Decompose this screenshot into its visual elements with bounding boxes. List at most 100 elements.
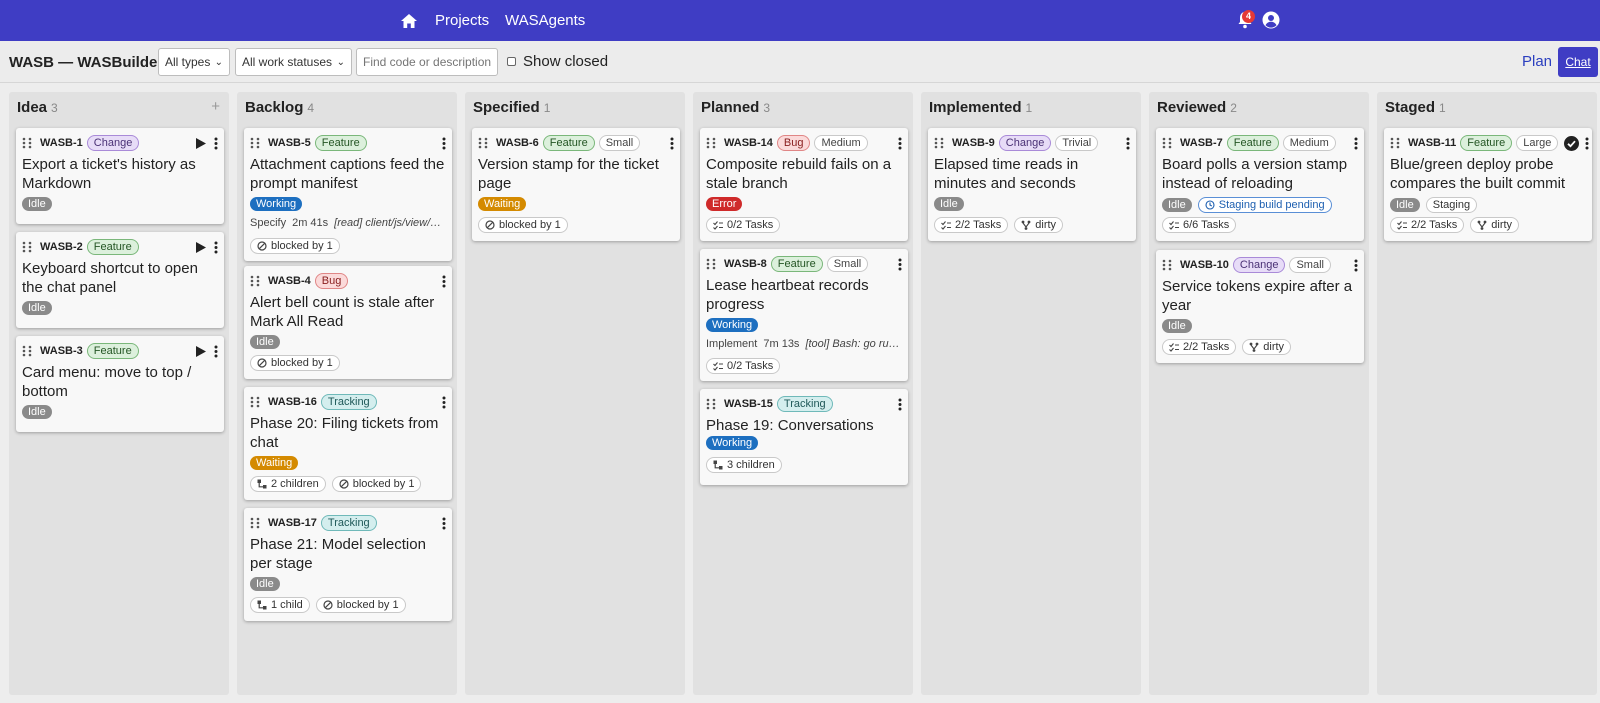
drag-handle-icon[interactable]	[1390, 137, 1400, 149]
ticket-card[interactable]: WASB-6 Feature Small Version stamp for the …	[472, 128, 680, 241]
card-menu-icon[interactable]	[442, 275, 446, 288]
dirty-chip[interactable]: dirty	[1242, 339, 1292, 355]
drag-handle-icon[interactable]	[1162, 137, 1172, 149]
ticket-card[interactable]: WASB-15 Tracking Phase 19: Conversations Wo…	[700, 389, 908, 485]
drag-handle-icon[interactable]	[706, 137, 716, 149]
tasks-chip[interactable]: 2/2 Tasks	[1390, 217, 1465, 233]
ticket-code[interactable]: WASB-2	[40, 241, 83, 253]
ticket-code[interactable]: WASB-8	[724, 258, 767, 270]
card-menu-icon[interactable]	[214, 137, 218, 150]
chat-button[interactable]: Chat	[1558, 47, 1598, 77]
drag-handle-icon[interactable]	[478, 137, 488, 149]
ticket-card[interactable]: WASB-14 Bug Medium Composite rebuild fails …	[700, 128, 908, 241]
drag-handle-icon[interactable]	[1162, 259, 1172, 271]
ticket-card[interactable]: WASB-3 Feature Card menu: move to top / bo…	[16, 336, 224, 432]
card-menu-icon[interactable]	[214, 345, 218, 358]
tasks-icon	[941, 221, 951, 230]
drag-handle-icon[interactable]	[22, 137, 32, 149]
tasks-chip[interactable]: 2/2 Tasks	[934, 217, 1009, 233]
ticket-code[interactable]: WASB-1	[40, 137, 83, 149]
show-closed-label[interactable]: Show closed	[523, 53, 608, 70]
ticket-card[interactable]: WASB-17 Tracking Phase 21: Model selection…	[244, 508, 452, 621]
projects-link[interactable]: Projects	[435, 0, 489, 41]
ticket-code[interactable]: WASB-9	[952, 137, 995, 149]
ticket-code[interactable]: WASB-10	[1180, 259, 1229, 271]
card-menu-icon[interactable]	[1126, 137, 1130, 150]
play-icon[interactable]	[196, 137, 206, 149]
ticket-card[interactable]: WASB-2 Feature Keyboard shortcut to open t…	[16, 232, 224, 328]
tasks-chip[interactable]: 0/2 Tasks	[706, 358, 781, 374]
drag-handle-icon[interactable]	[706, 398, 716, 410]
play-icon[interactable]	[196, 241, 206, 253]
ticket-card[interactable]: WASB-11 Feature Large Blue/green deploy pro…	[1384, 128, 1592, 241]
drag-handle-icon[interactable]	[706, 258, 716, 270]
card-menu-icon[interactable]	[1354, 137, 1358, 150]
size-badge: Medium	[814, 135, 868, 151]
drag-handle-icon[interactable]	[250, 396, 260, 408]
card-menu-icon[interactable]	[898, 258, 902, 271]
children-chip[interactable]: 1 child	[250, 597, 310, 613]
drag-handle-icon[interactable]	[934, 137, 944, 149]
ticket-card[interactable]: WASB-7 Feature Medium Board polls a version…	[1156, 128, 1364, 241]
drag-handle-icon[interactable]	[250, 517, 260, 529]
card-header-row: WASB-14 Bug Medium	[706, 134, 902, 152]
blocked-by-chip[interactable]: blocked by 1	[250, 355, 340, 371]
children-chip[interactable]: 2 children	[250, 476, 326, 492]
children-chip[interactable]: 3 children	[706, 457, 782, 473]
dirty-chip[interactable]: dirty	[1470, 217, 1520, 233]
play-icon[interactable]	[196, 345, 206, 357]
home-link[interactable]	[401, 0, 419, 41]
type-badge: Change	[998, 135, 1052, 151]
ticket-card[interactable]: WASB-10 Change Small Service tokens expire …	[1156, 250, 1364, 363]
blocked-by-chip[interactable]: blocked by 1	[250, 238, 340, 254]
card-menu-icon[interactable]	[442, 396, 446, 409]
show-closed-checkbox[interactable]	[507, 57, 516, 66]
ticket-code[interactable]: WASB-4	[268, 275, 311, 287]
tasks-chip[interactable]: 0/2 Tasks	[706, 217, 781, 233]
tasks-chip[interactable]: 2/2 Tasks	[1162, 339, 1237, 355]
blocked-by-chip[interactable]: blocked by 1	[331, 476, 422, 492]
ticket-card[interactable]: WASB-1 Change Export a ticket's history as…	[16, 128, 224, 224]
blocked-by-chip[interactable]: blocked by 1	[478, 217, 568, 233]
ticket-code[interactable]: WASB-17	[268, 517, 317, 529]
ticket-card[interactable]: WASB-5 Feature Attachment captions feed th…	[244, 128, 452, 261]
ticket-code[interactable]: WASB-3	[40, 345, 83, 357]
card-menu-icon[interactable]	[1354, 259, 1358, 272]
blocked-by-chip[interactable]: blocked by 1	[315, 597, 406, 613]
ticket-code[interactable]: WASB-5	[268, 137, 311, 149]
approve-check-icon[interactable]	[1564, 135, 1580, 151]
account-icon[interactable]	[1262, 11, 1280, 29]
tasks-chip[interactable]: 6/6 Tasks	[1162, 217, 1237, 233]
drag-handle-icon[interactable]	[22, 241, 32, 253]
status-filter-select[interactable]: All work statuses ⌄	[235, 48, 352, 76]
type-badge: Feature	[1460, 135, 1513, 151]
card-menu-icon[interactable]	[670, 137, 674, 150]
ticket-card[interactable]: WASB-4 Bug Alert bell count is stale after…	[244, 266, 452, 379]
ticket-code[interactable]: WASB-14	[724, 137, 773, 149]
ticket-card[interactable]: WASB-9 Change Trivial Elapsed time reads in…	[928, 128, 1136, 241]
card-menu-icon[interactable]	[1585, 137, 1589, 150]
card-menu-icon[interactable]	[442, 517, 446, 530]
ticket-card[interactable]: WASB-16 Tracking Phase 20: Filing tickets …	[244, 387, 452, 500]
ticket-code[interactable]: WASB-16	[268, 396, 317, 408]
ticket-code[interactable]: WASB-7	[1180, 137, 1223, 149]
ticket-code[interactable]: WASB-15	[724, 398, 773, 410]
dirty-chip[interactable]: dirty	[1014, 217, 1064, 233]
ticket-code[interactable]: WASB-6	[496, 137, 539, 149]
drag-handle-icon[interactable]	[22, 345, 32, 357]
drag-handle-icon[interactable]	[250, 137, 260, 149]
card-menu-icon[interactable]	[442, 137, 446, 150]
type-filter-select[interactable]: All types ⌄	[158, 48, 230, 76]
ticket-card[interactable]: WASB-8 Feature Small Lease heartbeat record…	[700, 249, 908, 381]
card-menu-icon[interactable]	[898, 398, 902, 411]
search-input[interactable]	[356, 48, 498, 76]
card-menu-icon[interactable]	[214, 241, 218, 254]
wasagents-link[interactable]: WASAgents	[505, 0, 585, 41]
card-menu-icon[interactable]	[898, 137, 902, 150]
plan-link[interactable]: Plan	[1522, 53, 1552, 70]
card-header-row: WASB-7 Feature Medium	[1162, 134, 1358, 152]
drag-handle-icon[interactable]	[250, 275, 260, 287]
ticket-code[interactable]: WASB-11	[1408, 137, 1456, 149]
column-name: Implemented	[929, 99, 1022, 116]
add-ticket-icon[interactable]: +	[211, 98, 220, 115]
